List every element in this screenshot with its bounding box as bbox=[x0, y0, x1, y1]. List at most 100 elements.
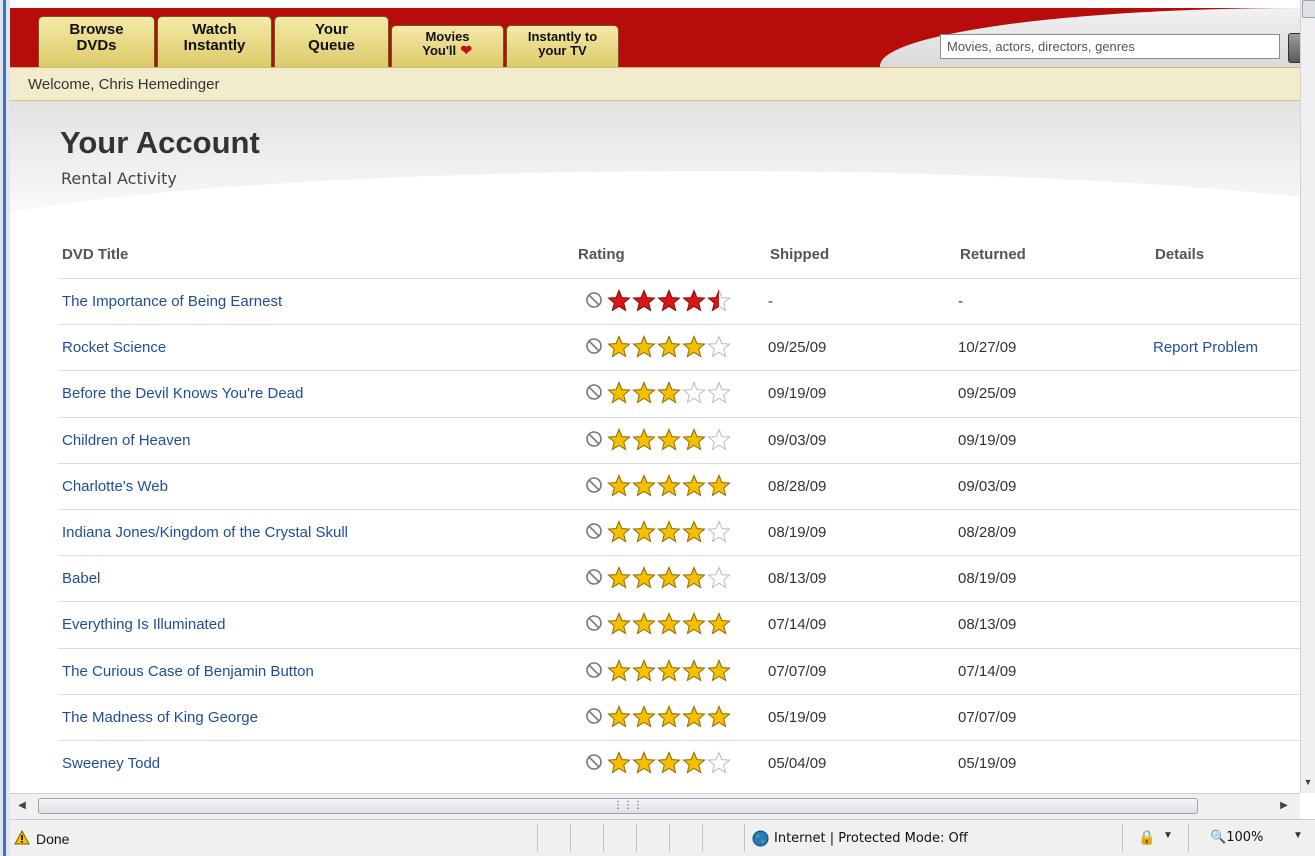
star-icon[interactable] bbox=[707, 473, 731, 497]
star-icon[interactable] bbox=[707, 520, 731, 543]
star-icon[interactable] bbox=[682, 473, 706, 497]
horizontal-scrollbar[interactable]: ◀ ⋮⋮⋮ ▶ bbox=[10, 793, 1300, 819]
vertical-scrollbar[interactable]: ▼ bbox=[1300, 0, 1315, 793]
scroll-left-arrow-icon[interactable]: ◀ bbox=[16, 800, 28, 812]
star-icon[interactable] bbox=[707, 751, 731, 774]
star-icon[interactable] bbox=[707, 658, 731, 682]
zoom-level[interactable]: 🔍100% bbox=[1210, 830, 1263, 845]
star-icon[interactable] bbox=[632, 612, 656, 635]
star-icon[interactable] bbox=[707, 381, 731, 404]
tab-watch-instantly[interactable]: Watch Instantly bbox=[157, 16, 272, 67]
star-icon[interactable] bbox=[632, 751, 656, 774]
star-icon[interactable] bbox=[682, 612, 706, 635]
not-interested-icon[interactable] bbox=[585, 707, 603, 725]
not-interested-icon[interactable] bbox=[585, 568, 603, 586]
dvd-title-link[interactable]: Before the Devil Knows You're Dead bbox=[62, 385, 303, 402]
star-icon[interactable] bbox=[632, 473, 656, 497]
dvd-title-link[interactable]: Indiana Jones/Kingdom of the Crystal Sku… bbox=[62, 524, 348, 541]
star-icon[interactable] bbox=[607, 658, 631, 682]
star-icon[interactable] bbox=[607, 612, 631, 635]
not-interested-icon[interactable] bbox=[585, 614, 603, 632]
star-icon[interactable] bbox=[657, 427, 681, 451]
star-icon[interactable] bbox=[607, 520, 631, 543]
scroll-thumb[interactable] bbox=[1302, 0, 1315, 18]
not-interested-icon[interactable] bbox=[585, 430, 603, 448]
security-zone[interactable]: Internet | Protected Mode: Off bbox=[774, 831, 968, 846]
star-icon[interactable] bbox=[657, 704, 681, 728]
star-icon[interactable] bbox=[607, 566, 631, 589]
star-icon[interactable] bbox=[707, 612, 731, 635]
tab-browse-dvds[interactable]: Browse DVDs bbox=[38, 16, 155, 67]
column-header-rating[interactable]: Rating bbox=[578, 246, 625, 263]
dvd-title-link[interactable]: Sweeney Todd bbox=[62, 755, 160, 772]
star-icon[interactable] bbox=[682, 335, 706, 358]
column-header-title[interactable]: DVD Title bbox=[62, 246, 128, 263]
dvd-title-link[interactable]: Everything Is Illuminated bbox=[62, 616, 225, 633]
star-icon[interactable] bbox=[607, 473, 631, 497]
dvd-title-link[interactable]: Babel bbox=[62, 570, 100, 587]
star-icon[interactable] bbox=[707, 289, 731, 312]
star-icon[interactable] bbox=[657, 566, 681, 589]
not-interested-icon[interactable] bbox=[585, 476, 603, 494]
star-icon[interactable] bbox=[657, 751, 681, 774]
star-icon[interactable] bbox=[682, 566, 706, 589]
star-icon[interactable] bbox=[682, 658, 706, 682]
search-input[interactable]: Movies, actors, directors, genres bbox=[940, 34, 1280, 59]
star-icon[interactable] bbox=[607, 335, 631, 358]
tab-instantly-to-tv[interactable]: Instantly to your TV bbox=[506, 25, 619, 67]
star-icon[interactable] bbox=[682, 704, 706, 728]
column-header-shipped[interactable]: Shipped bbox=[770, 246, 829, 263]
dvd-title-link[interactable]: Rocket Science bbox=[62, 339, 166, 356]
not-interested-icon[interactable] bbox=[585, 661, 603, 679]
report-problem-link[interactable]: Report Problem bbox=[1153, 339, 1258, 356]
dvd-title-link[interactable]: The Importance of Being Earnest bbox=[62, 293, 282, 310]
column-header-returned[interactable]: Returned bbox=[960, 246, 1026, 263]
not-interested-icon[interactable] bbox=[585, 753, 603, 771]
star-icon[interactable] bbox=[607, 751, 631, 774]
star-icon[interactable] bbox=[682, 427, 706, 451]
star-icon[interactable] bbox=[607, 289, 631, 312]
star-icon[interactable] bbox=[707, 566, 731, 589]
chevron-down-icon[interactable]: ▼ bbox=[1293, 830, 1303, 841]
not-interested-icon[interactable] bbox=[585, 383, 603, 401]
star-icon[interactable] bbox=[632, 381, 656, 404]
horizontal-scroll-thumb[interactable]: ⋮⋮⋮ bbox=[38, 798, 1198, 814]
star-icon[interactable] bbox=[657, 381, 681, 404]
star-icon[interactable] bbox=[682, 381, 706, 404]
star-icon[interactable] bbox=[607, 427, 631, 451]
star-icon[interactable] bbox=[657, 473, 681, 497]
star-icon[interactable] bbox=[632, 289, 656, 312]
star-icon[interactable] bbox=[682, 751, 706, 774]
not-interested-icon[interactable] bbox=[585, 337, 603, 355]
star-icon[interactable] bbox=[632, 566, 656, 589]
star-icon[interactable] bbox=[632, 427, 656, 451]
tab-your-queue[interactable]: Your Queue bbox=[274, 16, 389, 67]
star-icon[interactable] bbox=[632, 704, 656, 728]
scroll-down-arrow-icon[interactable]: ▼ bbox=[1303, 777, 1313, 787]
scroll-right-arrow-icon[interactable]: ▶ bbox=[1278, 800, 1290, 812]
star-icon[interactable] bbox=[607, 381, 631, 404]
star-icon[interactable] bbox=[682, 289, 706, 312]
star-icon[interactable] bbox=[632, 658, 656, 682]
star-icon[interactable] bbox=[707, 427, 731, 451]
dvd-title-link[interactable]: The Madness of King George bbox=[62, 709, 258, 726]
dvd-title-link[interactable]: The Curious Case of Benjamin Button bbox=[62, 663, 314, 680]
star-icon[interactable] bbox=[632, 520, 656, 543]
not-interested-icon[interactable] bbox=[585, 522, 603, 540]
not-interested-icon[interactable] bbox=[585, 291, 603, 309]
chevron-down-icon[interactable]: ▼ bbox=[1163, 830, 1173, 841]
protected-mode-icon[interactable]: 🔒 bbox=[1138, 829, 1156, 847]
dvd-title-link[interactable]: Children of Heaven bbox=[62, 432, 190, 449]
star-icon[interactable] bbox=[657, 612, 681, 635]
star-icon[interactable] bbox=[607, 704, 631, 728]
star-icon[interactable] bbox=[707, 335, 731, 358]
dvd-title-link[interactable]: Charlotte's Web bbox=[62, 478, 168, 495]
star-icon[interactable] bbox=[707, 704, 731, 728]
star-icon[interactable] bbox=[657, 289, 681, 312]
star-icon[interactable] bbox=[632, 335, 656, 358]
star-icon[interactable] bbox=[657, 335, 681, 358]
star-icon[interactable] bbox=[682, 520, 706, 543]
tab-movies-youll-love[interactable]: Movies You'll ❤ bbox=[391, 25, 504, 67]
star-icon[interactable] bbox=[657, 658, 681, 682]
star-icon[interactable] bbox=[657, 520, 681, 543]
